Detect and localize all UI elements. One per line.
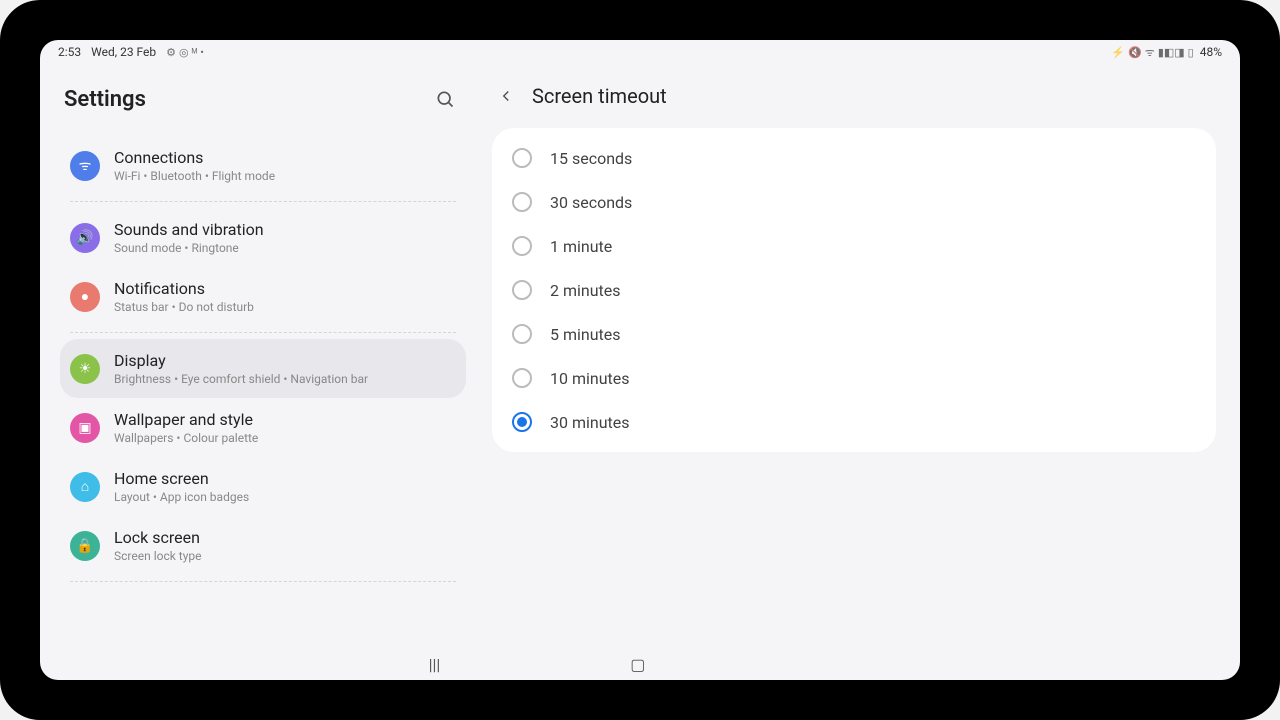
options-card: 15 seconds 30 seconds 1 minute 2 minutes… [492,128,1216,452]
radio-icon [512,192,532,212]
battery-percent: 48% [1200,45,1222,59]
chevron-left-icon [497,87,515,105]
sidebar-item-sounds-vibration[interactable]: 🔊 Sounds and vibration Sound mode • Ring… [60,208,466,267]
option-30m[interactable]: 30 minutes [504,400,1204,444]
sidebar-divider [70,581,456,582]
sidebar-item-subtitle: Sound mode • Ringtone [114,241,456,255]
sidebar-divider [70,332,456,333]
sidebar-item-title: Display [114,351,456,370]
nav-recent-button[interactable]: ||| [429,655,441,674]
option-2m[interactable]: 2 minutes [504,268,1204,312]
sidebar-item-display[interactable]: ☀ Display Brightness • Eye comfort shiel… [60,339,466,398]
detail-pane: Screen timeout 15 seconds 30 seconds 1 m… [480,64,1240,648]
sidebar-item-subtitle: Wi-Fi • Bluetooth • Flight mode [114,169,456,183]
sidebar-item-title: Home screen [114,469,456,488]
status-time: 2:53 [58,45,81,59]
wifi-icon: ᯤ [70,151,100,181]
settings-sidebar: Settings ᯤ Connections Wi-Fi • Bluetooth… [40,64,480,648]
radio-icon [512,324,532,344]
search-button[interactable] [428,82,462,116]
sidebar-item-subtitle: Screen lock type [114,549,456,563]
option-label: 1 minute [550,237,612,256]
sidebar-item-subtitle: Wallpapers • Colour palette [114,431,456,445]
status-date: Wed, 23 Feb [91,45,156,59]
option-label: 30 seconds [550,193,632,212]
sidebar-item-notifications[interactable]: ● Notifications Status bar • Do not dist… [60,267,466,326]
option-label: 10 minutes [550,369,630,388]
radio-icon [512,148,532,168]
radio-icon [512,236,532,256]
sound-icon: 🔊 [70,223,100,253]
wallpaper-icon: ▣ [70,413,100,443]
sidebar-item-home-screen[interactable]: ⌂ Home screen Layout • App icon badges [60,457,466,516]
option-label: 15 seconds [550,149,632,168]
option-1m[interactable]: 1 minute [504,224,1204,268]
sidebar-item-subtitle: Brightness • Eye comfort shield • Naviga… [114,372,456,386]
sidebar-item-title: Wallpaper and style [114,410,456,429]
status-bar: 2:53 Wed, 23 Feb ⚙ ◎ ᴹ • ⚡ 🔇 ᯤ ▮◧◨ ▯ 48% [40,40,1240,64]
page-title: Settings [64,87,146,112]
option-10m[interactable]: 10 minutes [504,356,1204,400]
sidebar-item-connections[interactable]: ᯤ Connections Wi-Fi • Bluetooth • Flight… [60,136,466,195]
sidebar-item-title: Lock screen [114,528,456,547]
nav-bar: ||| ▢ 〈 [40,648,1240,680]
radio-icon [512,368,532,388]
sidebar-item-title: Sounds and vibration [114,220,456,239]
radio-icon [512,412,532,432]
option-label: 30 minutes [550,413,630,432]
sidebar-item-title: Notifications [114,279,456,298]
sidebar-item-subtitle: Status bar • Do not disturb [114,300,456,314]
option-5m[interactable]: 5 minutes [504,312,1204,356]
search-icon [435,89,455,109]
status-icons-right: ⚡ 🔇 ᯤ ▮◧◨ ▯ [1111,45,1193,60]
status-icons-left: ⚙ ◎ ᴹ • [166,45,204,59]
nav-home-button[interactable]: ▢ [630,655,645,674]
option-label: 2 minutes [550,281,621,300]
home-icon: ⌂ [70,472,100,502]
back-button[interactable] [492,82,520,110]
sidebar-item-wallpaper-style[interactable]: ▣ Wallpaper and style Wallpapers • Colou… [60,398,466,457]
sidebar-divider [70,201,456,202]
display-icon: ☀ [70,354,100,384]
option-15s[interactable]: 15 seconds [504,136,1204,180]
sidebar-item-lock-screen[interactable]: 🔒 Lock screen Screen lock type [60,516,466,575]
detail-title: Screen timeout [532,84,667,108]
option-30s[interactable]: 30 seconds [504,180,1204,224]
notifications-icon: ● [70,282,100,312]
lock-icon: 🔒 [70,531,100,561]
radio-icon [512,280,532,300]
sidebar-item-subtitle: Layout • App icon badges [114,490,456,504]
option-label: 5 minutes [550,325,621,344]
sidebar-item-title: Connections [114,148,456,167]
